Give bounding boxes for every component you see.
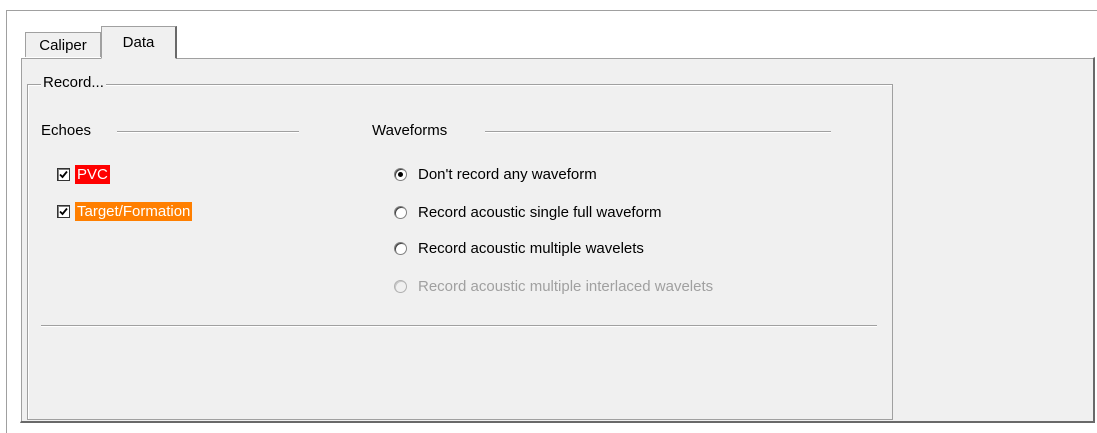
radio-interlaced-wavelets-label: Record acoustic multiple interlaced wave… (418, 277, 714, 295)
radio-single-full-waveform-label: Record acoustic single full waveform (418, 203, 662, 221)
radio-dot-icon (398, 171, 403, 177)
radio-button-icon[interactable] (394, 205, 407, 219)
bottom-separator (41, 325, 877, 327)
tab-data[interactable]: Data (101, 26, 177, 59)
echoes-section-label: Echoes (41, 122, 98, 139)
radio-multiple-wavelets-label: Record acoustic multiple wavelets (418, 239, 644, 257)
radio-single-full-waveform[interactable]: Record acoustic single full waveform (394, 202, 661, 222)
radio-multiple-wavelets[interactable]: Record acoustic multiple wavelets (394, 238, 644, 258)
pvc-checkbox-box[interactable] (57, 167, 70, 181)
tab-data-label: Data (122, 34, 155, 51)
checkmark-icon (59, 207, 68, 215)
echoes-separator (117, 131, 299, 133)
tab-caliper[interactable]: Caliper (25, 32, 101, 58)
target-formation-label: Target/Formation (75, 201, 193, 221)
radio-no-waveform[interactable]: Don't record any waveform (394, 164, 597, 184)
tab-panel-data: Record... Echoes PVC Target/Formation Wa… (20, 57, 1095, 423)
checkmark-icon (59, 170, 68, 178)
pvc-label: PVC (75, 164, 110, 184)
radio-no-waveform-label: Don't record any waveform (418, 165, 597, 183)
waveforms-separator (485, 131, 831, 133)
target-formation-checkbox-box[interactable] (57, 204, 70, 218)
echo-checkbox-target-formation[interactable]: Target/Formation (57, 201, 193, 221)
echo-checkbox-pvc[interactable]: PVC (57, 164, 110, 184)
radio-button-icon[interactable] (394, 167, 407, 181)
tab-caliper-label: Caliper (39, 37, 87, 54)
radio-button-icon[interactable] (394, 241, 407, 255)
radio-button-icon (394, 279, 407, 293)
radio-interlaced-wavelets: Record acoustic multiple interlaced wave… (394, 276, 713, 296)
record-group-title: Record... (41, 74, 106, 91)
waveforms-section-label: Waveforms (372, 122, 454, 139)
